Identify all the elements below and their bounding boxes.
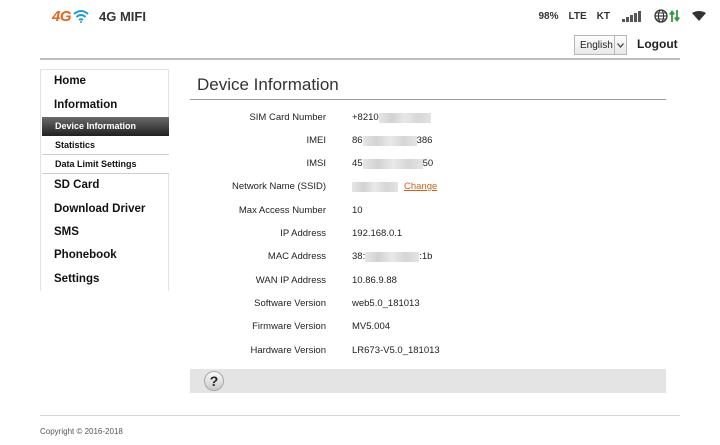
network-type: LTE — [568, 10, 587, 22]
carrier-name: KT — [596, 10, 610, 22]
info-row-sim-card-number: SIM Card Number +8210 — [190, 112, 660, 126]
row-value: 38: :1b — [352, 251, 432, 262]
sidebar-subitem-device-information[interactable]: Device Information — [42, 117, 169, 136]
sidebar-item-home[interactable]: Home — [41, 70, 168, 94]
wifi-status-icon — [692, 11, 706, 21]
device-name: 4G MIFI — [99, 9, 146, 24]
row-value: +8210 — [352, 112, 431, 123]
status-bar: 98% LTE KT — [538, 9, 706, 23]
row-label: IMSI — [306, 158, 326, 169]
info-row-mac-address: MAC Address 38: :1b — [190, 251, 660, 265]
chevron-down-icon[interactable] — [614, 36, 626, 54]
logo-4g-text: 4G — [52, 8, 72, 25]
signal-strength-icon — [622, 10, 642, 22]
info-row-imsi: IMSI 45 50 — [190, 158, 660, 172]
footer-divider — [40, 415, 680, 416]
row-value: 86 386 — [352, 135, 432, 146]
sidebar-item-sd-card[interactable]: SD Card — [41, 174, 168, 198]
redacted-block — [378, 112, 431, 123]
mac-suffix: :1b — [419, 251, 433, 262]
row-value: web5.0_181013 — [352, 298, 420, 309]
row-label: IP Address — [280, 228, 326, 239]
info-row-imei: IMEI 86 386 — [190, 135, 660, 149]
redacted-block — [362, 158, 423, 169]
sidebar-item-phonebook[interactable]: Phonebook — [41, 244, 168, 268]
imei-suffix: 386 — [416, 135, 433, 146]
language-value: English — [580, 39, 613, 51]
globe-icon — [654, 9, 668, 23]
row-label: Software Version — [254, 298, 326, 309]
help-icon[interactable]: ? — [204, 371, 224, 391]
row-value: 10.86.9.88 — [352, 275, 397, 286]
mac-prefix: 38: — [352, 251, 366, 262]
row-label: SIM Card Number — [249, 112, 326, 123]
row-value: LR673-V5.0_181013 — [352, 345, 440, 356]
redacted-block — [352, 181, 398, 192]
sidebar-item-information[interactable]: Information — [41, 94, 168, 117]
row-label: Hardware Version — [250, 345, 326, 356]
header-divider — [40, 58, 680, 60]
info-row-ssid: Network Name (SSID) Change — [190, 181, 660, 195]
row-value: Change — [352, 181, 437, 192]
info-row-software-version: Software Version web5.0_181013 — [190, 298, 660, 312]
imsi-suffix: 50 — [422, 158, 434, 169]
info-row-hardware-version: Hardware Version LR673-V5.0_181013 — [190, 345, 660, 359]
battery-level: 98% — [538, 10, 559, 22]
row-label: IMEI — [306, 135, 326, 146]
row-label: Max Access Number — [238, 205, 326, 216]
logout-button[interactable]: Logout — [637, 37, 678, 51]
row-value: 45 50 — [352, 158, 433, 169]
wifi-logo-icon — [73, 9, 89, 23]
info-row-firmware-version: Firmware Version MV5.004 — [190, 321, 660, 335]
row-value: MV5.004 — [352, 321, 391, 332]
page-title: Device Information — [197, 75, 339, 94]
change-ssid-link[interactable]: Change — [404, 181, 437, 192]
row-value: 192.168.0.1 — [352, 228, 403, 239]
sidebar-menu: Home Information Device Information Stat… — [40, 69, 169, 291]
row-label: Network Name (SSID) — [232, 181, 326, 192]
redacted-block — [362, 135, 417, 146]
sidebar-subitem-data-limit-settings[interactable]: Data Limit Settings — [42, 155, 169, 174]
help-bar: ? — [190, 369, 666, 393]
row-label: WAN IP Address — [255, 275, 326, 286]
sidebar-item-download-driver[interactable]: Download Driver — [41, 198, 168, 221]
sim-number-visible: +8210 — [352, 112, 379, 123]
row-label: MAC Address — [267, 251, 326, 262]
imei-prefix: 86 — [352, 135, 363, 146]
info-row-wan-ip: WAN IP Address 10.86.9.88 — [190, 275, 660, 289]
language-select[interactable]: English — [574, 35, 627, 55]
row-label: Firmware Version — [252, 321, 326, 332]
data-transfer-icon — [669, 9, 680, 23]
info-row-max-access: Max Access Number 10 — [190, 205, 660, 219]
sidebar-item-settings[interactable]: Settings — [41, 268, 168, 291]
sidebar-subitem-statistics[interactable]: Statistics — [42, 136, 169, 155]
info-row-ip-address: IP Address 192.168.0.1 — [190, 228, 660, 242]
sidebar-item-sms[interactable]: SMS — [41, 221, 168, 244]
title-divider — [190, 99, 666, 100]
imsi-prefix: 45 — [352, 158, 363, 169]
brand-logo: 4G 4G MIFI — [52, 8, 146, 25]
row-value: 10 — [352, 205, 363, 216]
copyright-text: Copyright © 2016-2018 — [40, 427, 123, 436]
redacted-block — [365, 251, 420, 262]
